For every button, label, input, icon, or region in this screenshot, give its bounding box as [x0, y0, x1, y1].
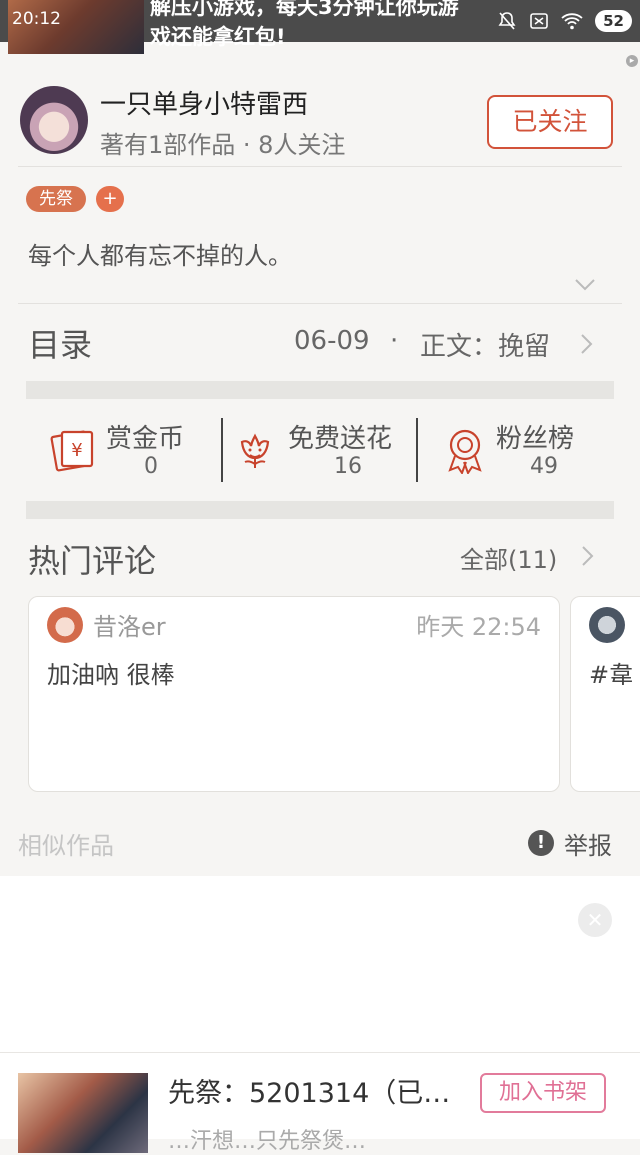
comment-text: 加油吶 很棒: [47, 661, 175, 689]
status-time: 20:12: [12, 9, 61, 29]
medal-icon: [448, 429, 482, 474]
stat-value: 49: [530, 454, 558, 479]
battery-indicator: 52: [595, 10, 632, 32]
chevron-right-icon[interactable]: [578, 332, 596, 356]
all-comments-link[interactable]: 全部(11): [460, 540, 557, 575]
chevron-right-icon[interactable]: [580, 544, 596, 568]
commenter-name[interactable]: 昔洛er: [93, 607, 166, 642]
status-bar: 20:12 解压小游戏，每天3分钟让你玩游 戏还能拿红包! 52: [0, 0, 640, 54]
ad-text-line2: 戏还能拿红包!: [150, 25, 286, 49]
bell-off-icon: [498, 12, 516, 30]
toc-separator: ·: [390, 326, 399, 356]
chevron-down-icon[interactable]: [574, 278, 596, 292]
tag-chip[interactable]: 先祭: [26, 186, 86, 212]
section-divider: [26, 381, 614, 399]
wifi-icon: [561, 13, 583, 30]
ad-close-icon[interactable]: ▸: [626, 55, 638, 67]
similar-works-label: 相似作品: [18, 832, 114, 860]
author-stats: 著有1部作品 · 8人关注: [100, 131, 346, 159]
divider: [416, 418, 418, 482]
comment-time: 昨天 22:54: [416, 613, 541, 641]
follow-button[interactable]: 已关注: [487, 95, 613, 149]
toc-latest-chapter[interactable]: 正文：挽留: [420, 326, 550, 363]
status-icons: 52: [497, 8, 632, 34]
stat-title: 粉丝榜: [496, 424, 575, 454]
toc-label[interactable]: 目录: [28, 320, 92, 366]
stat-fans[interactable]: 粉丝榜 49: [444, 416, 604, 484]
stat-title: 免费送花: [288, 424, 393, 454]
hot-comments-label: 热门评论: [28, 542, 157, 580]
divider: [18, 166, 622, 167]
add-to-shelf-button[interactable]: 加入书架: [480, 1073, 606, 1113]
toc-update-date: 06-09: [294, 326, 370, 356]
author-name[interactable]: 一只单身小特雷西: [100, 84, 308, 121]
exclamation-icon[interactable]: !: [528, 830, 554, 856]
book-intro: 每个人都有忘不掉的人。: [28, 242, 292, 270]
add-tag-button[interactable]: +: [96, 186, 124, 212]
book-title[interactable]: 先祭：5201314（已…: [168, 1071, 450, 1110]
commenter-avatar[interactable]: [47, 607, 83, 643]
red-envelope-icon: ¥: [50, 430, 94, 472]
divider: [18, 303, 622, 304]
comment-text: #韋: [589, 661, 634, 689]
ad-text-line1: 解压小游戏，每天3分钟让你玩游: [150, 0, 459, 19]
book-cover[interactable]: [18, 1073, 148, 1153]
stat-value: 0: [144, 454, 158, 479]
bottom-book-bar[interactable]: 先祭：5201314（已… …汗想…只先祭煲… 加入书架: [0, 1052, 640, 1154]
report-link[interactable]: 举报: [564, 826, 612, 861]
svg-text:¥: ¥: [71, 440, 82, 461]
stat-flowers[interactable]: 免费送花 16: [236, 416, 412, 484]
ad-banner-text[interactable]: 解压小游戏，每天3分钟让你玩游 戏还能拿红包!: [150, 0, 500, 52]
divider: [221, 418, 223, 482]
stat-value: 16: [334, 454, 362, 479]
stat-coins[interactable]: ¥ 赏金币 0: [50, 416, 210, 484]
book-subtitle: …汗想…只先祭煲…: [168, 1129, 367, 1154]
section-divider: [26, 501, 614, 519]
stat-title: 赏金币: [106, 424, 185, 454]
flower-icon: [240, 433, 270, 468]
sim-off-icon: [530, 13, 548, 29]
comment-card[interactable]: #韋: [570, 596, 640, 792]
commenter-avatar[interactable]: [589, 607, 625, 643]
close-icon[interactable]: ✕: [578, 903, 612, 937]
comment-card[interactable]: 昔洛er 昨天 22:54 加油吶 很棒: [28, 596, 560, 792]
author-avatar[interactable]: [20, 86, 88, 154]
